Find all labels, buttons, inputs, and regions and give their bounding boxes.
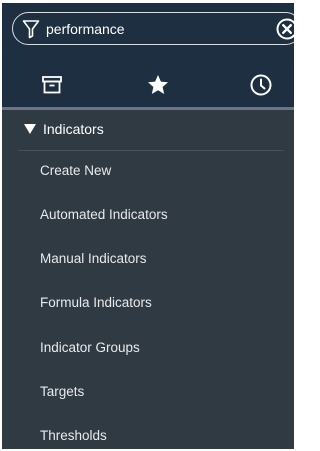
tab-recent[interactable] bbox=[241, 65, 281, 105]
menu-item-formula-indicators[interactable]: Formula Indicators bbox=[40, 295, 152, 315]
triangle-down-icon bbox=[24, 124, 36, 134]
menu-item-indicator-groups[interactable]: Indicator Groups bbox=[40, 340, 140, 360]
clear-search-icon[interactable] bbox=[276, 18, 294, 40]
section-indicators[interactable]: Indicators bbox=[2, 110, 294, 150]
section-label: Indicators bbox=[43, 121, 104, 137]
menu-item-create-new[interactable]: Create New bbox=[40, 163, 111, 183]
section-divider bbox=[18, 150, 284, 151]
menu-item-automated-indicators[interactable]: Automated Indicators bbox=[40, 207, 168, 227]
menu-item-manual-indicators[interactable]: Manual Indicators bbox=[40, 251, 147, 271]
menu-item-targets[interactable]: Targets bbox=[40, 384, 84, 404]
navigator-tabs bbox=[2, 65, 294, 105]
search-input[interactable] bbox=[46, 17, 266, 40]
tab-archive[interactable] bbox=[32, 65, 72, 105]
star-icon bbox=[148, 75, 168, 94]
search-box[interactable] bbox=[12, 12, 294, 45]
navigator-header bbox=[2, 3, 294, 107]
filter-icon bbox=[22, 20, 40, 39]
archive-icon bbox=[42, 76, 62, 94]
clock-icon bbox=[250, 74, 272, 96]
menu-item-thresholds[interactable]: Thresholds bbox=[40, 428, 107, 448]
navigator-panel: Indicators Create New Automated Indicato… bbox=[2, 3, 294, 449]
tab-favorites[interactable] bbox=[138, 65, 178, 105]
